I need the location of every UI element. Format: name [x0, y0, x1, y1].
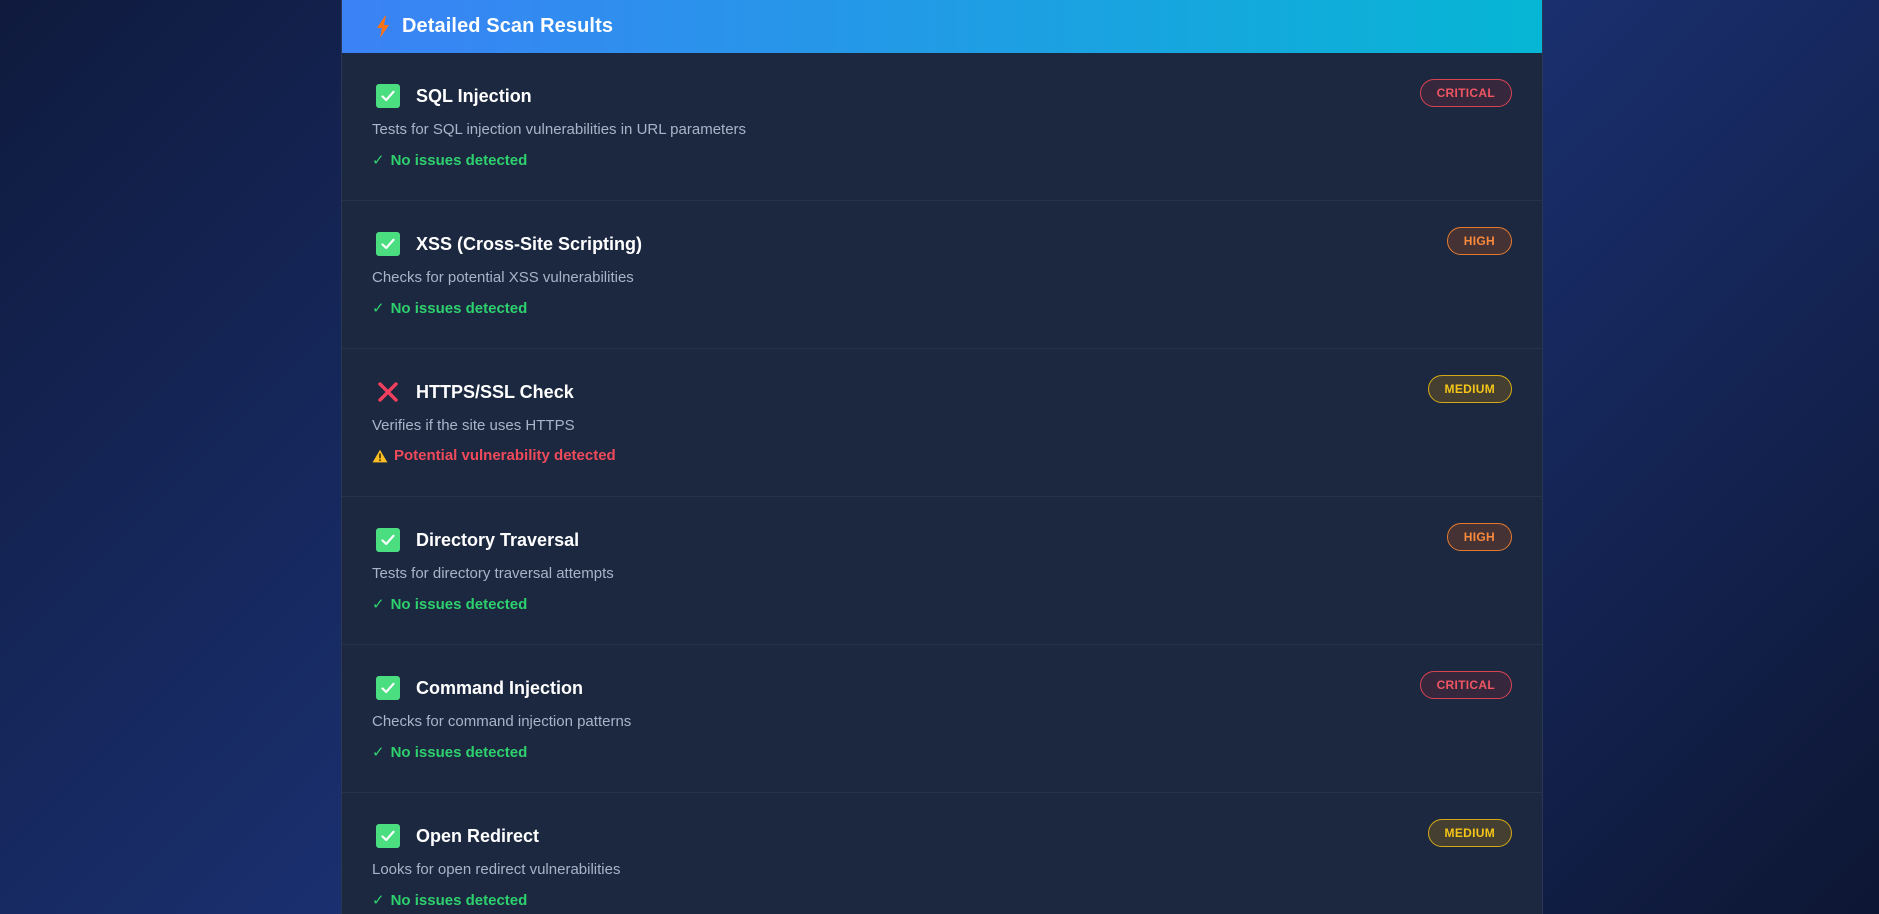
severity-badge: HIGH	[1446, 523, 1512, 551]
scan-results-panel: Detailed Scan Results SQL Injection CRIT…	[341, 0, 1543, 914]
test-name: Directory Traversal	[416, 529, 580, 550]
result-row: Command Injection CRITICAL Checks for co…	[342, 645, 1542, 793]
test-result: ✓ No issues detected	[372, 299, 1512, 318]
severity-badge: MEDIUM	[1427, 819, 1512, 847]
checkmark-icon: ✓	[372, 596, 385, 613]
test-name: SQL Injection	[416, 85, 532, 106]
scan-results-header: Detailed Scan Results	[342, 0, 1542, 53]
page-title: Detailed Scan Results	[402, 15, 614, 37]
test-name: XSS (Cross-Site Scripting)	[416, 233, 643, 254]
check-box-icon	[376, 84, 400, 108]
result-row: Open Redirect MEDIUM Looks for open redi…	[342, 793, 1542, 914]
result-text: No issues detected	[390, 891, 528, 909]
test-description: Checks for potential XSS vulnerabilities	[372, 269, 634, 286]
severity-badge: CRITICAL	[1419, 671, 1512, 699]
test-result: ✓ No issues detected	[372, 743, 1512, 762]
test-description: Tests for directory traversal attempts	[372, 565, 614, 582]
test-name: HTTPS/SSL Check	[416, 381, 574, 402]
lightning-bolt-icon	[376, 15, 390, 38]
test-result: ✓ No issues detected	[372, 595, 1512, 614]
test-description: Tests for SQL injection vulnerabilities …	[372, 121, 747, 138]
severity-badge: HIGH	[1446, 227, 1512, 255]
result-text: No issues detected	[390, 743, 528, 761]
test-description: Looks for open redirect vulnerabilities	[372, 861, 621, 878]
checkmark-icon: ✓	[372, 892, 385, 909]
test-result: ✓ No issues detected	[372, 891, 1512, 910]
result-text: No issues detected	[390, 151, 528, 169]
result-row: XSS (Cross-Site Scripting) HIGH Checks f…	[342, 201, 1542, 349]
test-description: Verifies if the site uses HTTPS	[372, 417, 575, 434]
test-result: ✓ No issues detected	[372, 151, 1512, 170]
test-name: Command Injection	[416, 677, 584, 698]
checkmark-icon: ✓	[372, 152, 385, 169]
result-row: Directory Traversal HIGH Tests for direc…	[342, 497, 1542, 645]
check-box-icon	[376, 676, 400, 700]
severity-badge: CRITICAL	[1419, 79, 1512, 107]
result-row: HTTPS/SSL Check MEDIUM Verifies if the s…	[342, 349, 1542, 497]
severity-badge: MEDIUM	[1427, 375, 1512, 403]
test-description: Checks for command injection patterns	[372, 713, 632, 730]
check-box-icon	[376, 824, 400, 848]
result-text: No issues detected	[390, 299, 528, 317]
checkmark-icon: ✓	[372, 744, 385, 761]
test-result: Potential vulnerability detected	[372, 447, 1512, 464]
result-row: SQL Injection CRITICAL Tests for SQL inj…	[342, 53, 1542, 201]
cross-icon	[376, 380, 400, 404]
check-box-icon	[376, 528, 400, 552]
result-text: No issues detected	[390, 595, 528, 613]
checkmark-icon: ✓	[372, 300, 385, 317]
results-list: SQL Injection CRITICAL Tests for SQL inj…	[342, 53, 1542, 914]
result-text: Potential vulnerability detected	[394, 447, 616, 464]
check-box-icon	[376, 232, 400, 256]
test-name: Open Redirect	[416, 825, 540, 846]
warning-icon	[372, 449, 388, 463]
